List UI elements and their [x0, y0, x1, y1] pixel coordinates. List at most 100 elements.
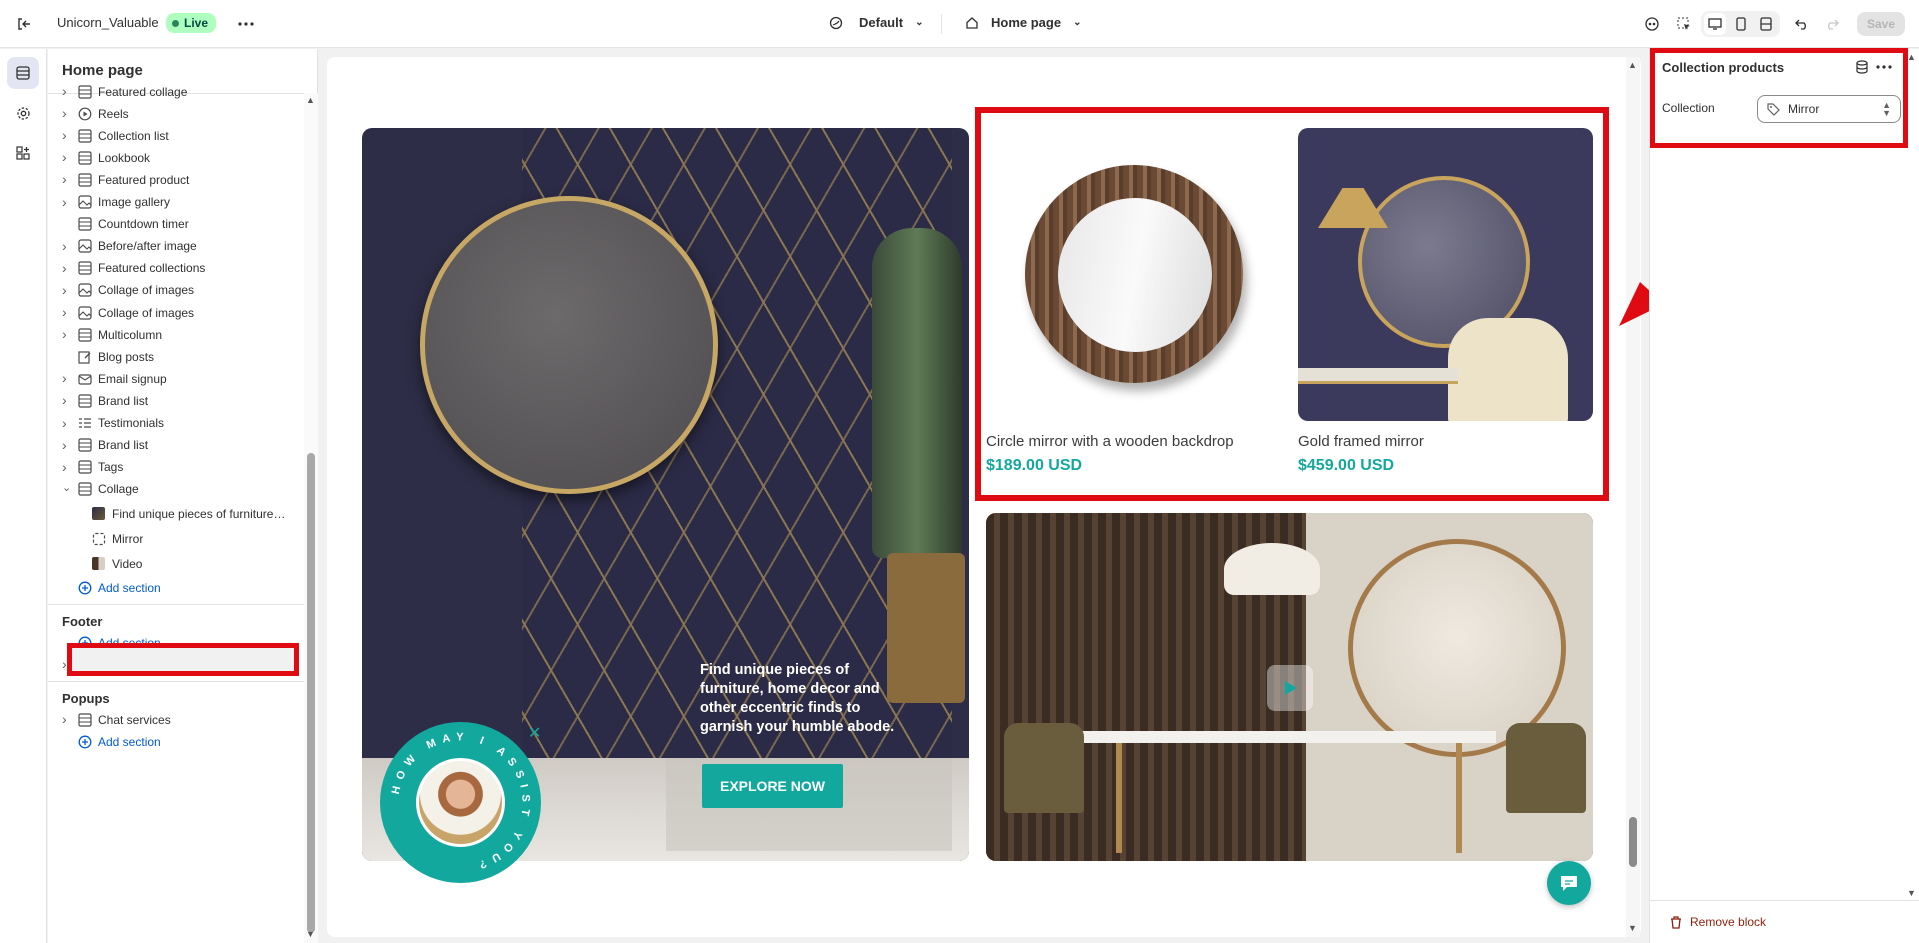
- layout-icon: [78, 129, 92, 143]
- status-dot: [172, 19, 179, 27]
- table-top-art: [1081, 731, 1496, 743]
- undo-icon[interactable]: [1793, 15, 1811, 33]
- collection-picker[interactable]: Mirror ▲ ▼: [1757, 95, 1901, 123]
- page-select[interactable]: Home page ⌄: [965, 15, 1081, 30]
- sidebar-block-mirror[interactable]: Mirror: [48, 525, 304, 552]
- chevron-right-icon[interactable]: ›: [62, 260, 72, 276]
- product-image[interactable]: [986, 128, 1281, 421]
- collection-label: Collection: [1662, 101, 1715, 115]
- status-badge-label: Live: [184, 16, 209, 30]
- more-options-icon[interactable]: [237, 15, 255, 33]
- remove-block-button[interactable]: Remove block: [1670, 915, 1766, 929]
- sidebar-block-video[interactable]: Video: [48, 550, 304, 577]
- sidebar-item-label: Lookbook: [98, 150, 151, 165]
- chevron-right-icon[interactable]: ›: [62, 105, 72, 121]
- scroll-down-icon[interactable]: ▼: [1907, 888, 1916, 898]
- scroll-up-icon[interactable]: ▲: [1628, 60, 1637, 70]
- footer-group-title: Footer: [62, 614, 103, 629]
- select-element-icon[interactable]: [1675, 15, 1693, 33]
- desktop-icon[interactable]: [1704, 13, 1726, 35]
- image-icon: [78, 195, 92, 209]
- chevron-right-icon[interactable]: ›: [62, 437, 72, 453]
- sidebar-item-label: Featured product: [98, 172, 190, 187]
- play-icon[interactable]: [1267, 665, 1313, 711]
- sidebar-item-section[interactable]: ⌄ Collage: [48, 476, 304, 503]
- theme-icon: [829, 16, 843, 29]
- mirror-glass-art: [1058, 198, 1212, 352]
- chevron-right-icon[interactable]: ›: [62, 415, 72, 431]
- sections-icon[interactable]: [7, 57, 39, 89]
- preview-scroll-thumb[interactable]: [1629, 817, 1637, 867]
- sidebar-item-label: Brand list: [98, 393, 149, 408]
- scroll-down-icon[interactable]: ▼: [306, 929, 315, 939]
- divider: [48, 604, 304, 605]
- topbar-divider: [941, 14, 942, 34]
- video-thumb-icon: [92, 556, 106, 571]
- save-button[interactable]: Save: [1857, 12, 1905, 36]
- chevron-right-icon[interactable]: ›: [62, 370, 72, 386]
- product-image[interactable]: [1298, 128, 1593, 421]
- chevron-right-icon[interactable]: ›: [62, 304, 72, 320]
- remove-block-label: Remove block: [1690, 915, 1767, 929]
- redo-icon[interactable]: [1823, 15, 1841, 33]
- chat-assist-badge[interactable]: HOW MAY I ASSIST YOU?: [380, 722, 541, 883]
- page-select-label: Home page: [991, 15, 1062, 30]
- sidebar-scrollbar[interactable]: ▲ ▼: [304, 93, 318, 943]
- dashed-block-icon: [92, 532, 106, 546]
- chair-art: [1506, 723, 1586, 813]
- fullscreen-icon[interactable]: [1755, 13, 1777, 35]
- scroll-up-icon[interactable]: ▲: [1907, 52, 1916, 62]
- chevron-down-icon: ⌄: [1073, 17, 1082, 28]
- sidebar-item-label: Collection list: [98, 128, 169, 143]
- plant-art: [872, 228, 962, 558]
- chevron-right-icon[interactable]: ›: [62, 194, 72, 210]
- chevron-right-icon[interactable]: ›: [62, 127, 72, 143]
- sidebar-item-label: Before/after image: [98, 239, 197, 254]
- video-card[interactable]: [986, 513, 1593, 861]
- chevron-right-icon[interactable]: ›: [62, 83, 72, 99]
- chevron-down-icon[interactable]: ⌄: [62, 481, 72, 494]
- trash-icon: [1671, 915, 1681, 929]
- layout-icon: [78, 327, 92, 342]
- sidebar-title: Home page: [62, 62, 143, 79]
- round-mirror-art: [420, 196, 718, 494]
- mobile-icon[interactable]: [1730, 13, 1752, 35]
- chevron-right-icon[interactable]: ›: [62, 711, 72, 727]
- chevron-right-icon[interactable]: ›: [62, 392, 72, 408]
- chevron-right-icon[interactable]: ›: [62, 459, 72, 475]
- chevron-right-icon[interactable]: ›: [62, 171, 72, 187]
- chevron-right-icon[interactable]: ›: [62, 149, 72, 165]
- chevron-right-icon[interactable]: ›: [62, 238, 72, 254]
- image-icon: [78, 283, 92, 297]
- more-options-icon[interactable]: [1876, 60, 1892, 77]
- add-section-button[interactable]: Add section: [48, 728, 304, 755]
- preview-scrollbar[interactable]: ▲ ▼: [1626, 57, 1640, 937]
- chevron-right-icon[interactable]: ›: [62, 282, 72, 298]
- theme-select[interactable]: Default ⌄: [829, 15, 923, 30]
- hero-text: Find unique pieces of furniture, home de…: [700, 662, 895, 735]
- chat-bubble-icon[interactable]: [1547, 861, 1591, 905]
- scroll-down-icon[interactable]: ▼: [1628, 923, 1637, 933]
- tag-icon: [1767, 103, 1780, 116]
- product-title[interactable]: Circle mirror with a wooden backdrop: [986, 433, 1234, 450]
- sidebar-item-label: Brand list: [98, 438, 149, 453]
- chevron-right-icon[interactable]: ›: [62, 326, 72, 342]
- sidebar-scroll-thumb[interactable]: [307, 453, 315, 933]
- scroll-up-icon[interactable]: ▲: [306, 95, 315, 105]
- settings-gear-icon[interactable]: [7, 97, 39, 129]
- product-title[interactable]: Gold framed mirror: [1298, 433, 1424, 450]
- sidebar-item-label: Featured collections: [98, 261, 206, 276]
- sidebar-item-label: Image gallery: [98, 195, 171, 209]
- product-price: $189.00 USD: [986, 457, 1083, 474]
- explore-now-button[interactable]: EXPLORE NOW: [702, 764, 843, 808]
- apps-icon[interactable]: [7, 137, 39, 169]
- inspector-icon[interactable]: [1643, 15, 1661, 33]
- layout-icon: [78, 482, 92, 496]
- add-section-label: Add section: [98, 734, 161, 749]
- divider: [1650, 900, 1919, 901]
- exit-icon[interactable]: [15, 15, 33, 33]
- sidebar-item-label: Tags: [98, 460, 124, 475]
- add-section-button[interactable]: Add section: [48, 574, 304, 601]
- sidebar-block-hero[interactable]: Find unique pieces of furniture, ...: [48, 500, 304, 527]
- database-icon[interactable]: [1856, 60, 1868, 77]
